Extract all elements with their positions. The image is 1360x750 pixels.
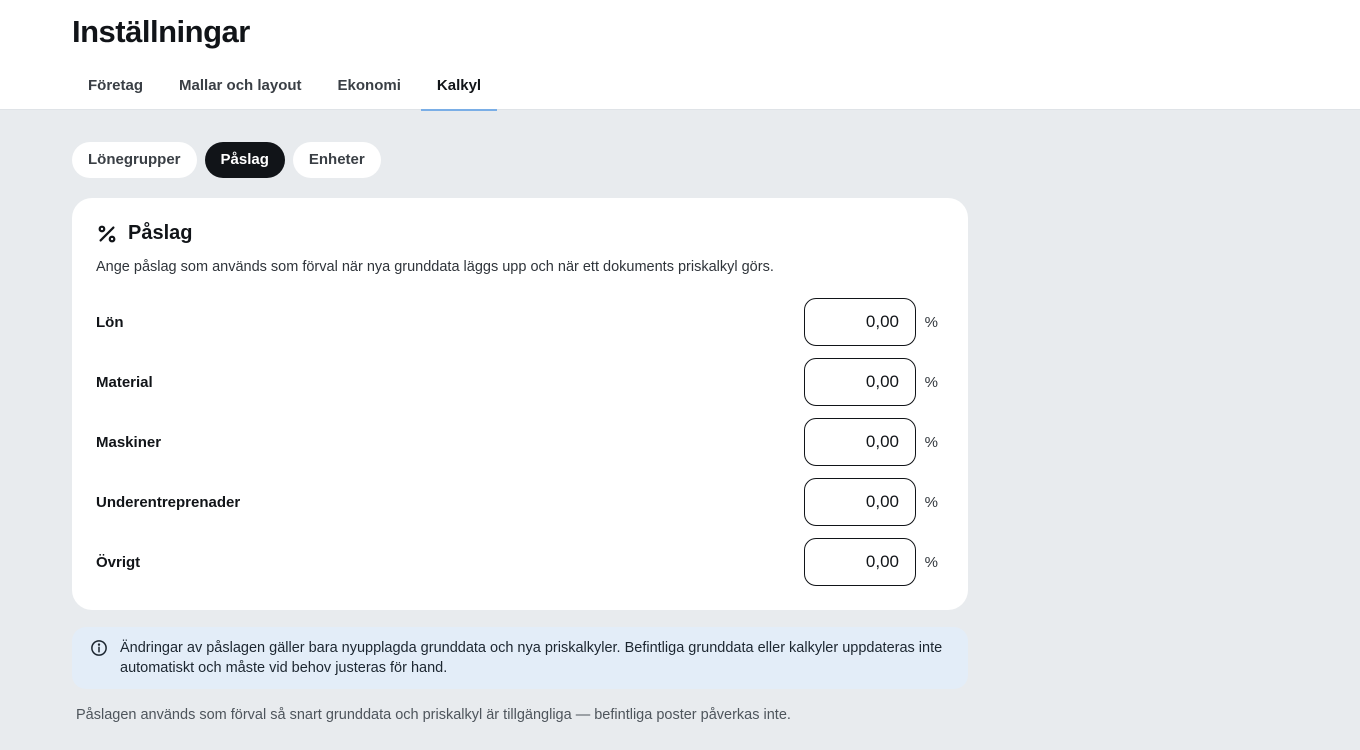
percent-unit: % bbox=[924, 373, 938, 391]
pill-enheter[interactable]: Enheter bbox=[292, 142, 381, 178]
row-label-ovrigt: Övrigt bbox=[96, 553, 141, 571]
info-text: Ändringar av påslagen gäller bara nyuppl… bbox=[120, 640, 943, 676]
tab-mallar-och-layout[interactable]: Mallar och layout bbox=[163, 66, 318, 110]
markup-row-lon: Lön % bbox=[96, 298, 944, 346]
tab-kalkyl[interactable]: Kalkyl bbox=[420, 66, 498, 111]
markup-row-material: Material % bbox=[96, 358, 944, 406]
material-input[interactable] bbox=[804, 358, 916, 406]
percent-unit: % bbox=[924, 553, 938, 571]
page-title: Inställningar bbox=[72, 14, 250, 49]
card-description: Ange påslag som används som förval när n… bbox=[96, 259, 774, 275]
markup-row-maskiner: Maskiner % bbox=[96, 418, 944, 466]
row-label-underentreprenader: Underentreprenader bbox=[96, 493, 241, 511]
row-label-maskiner: Maskiner bbox=[96, 433, 162, 451]
paslag-card: Påslag Ange påslag som används som förva… bbox=[72, 198, 968, 610]
lon-input[interactable] bbox=[804, 298, 916, 346]
settings-tabs: Företag Mallar och layout Ekonomi Kalkyl bbox=[72, 66, 498, 111]
markup-row-underentreprenader: Underentreprenader % bbox=[96, 478, 944, 526]
percent-unit: % bbox=[924, 313, 938, 331]
info-banner: Ändringar av påslagen gäller bara nyuppl… bbox=[72, 627, 968, 689]
underentreprenader-input[interactable] bbox=[804, 478, 916, 526]
pill-lonegrupper[interactable]: Lönegrupper bbox=[72, 142, 197, 178]
info-icon bbox=[91, 640, 107, 656]
percent-unit: % bbox=[924, 493, 938, 511]
ovrigt-input[interactable] bbox=[804, 538, 916, 586]
percent-icon bbox=[98, 225, 116, 242]
row-label-material: Material bbox=[96, 373, 153, 391]
row-label-lon: Lön bbox=[96, 313, 124, 331]
tab-ekonomi[interactable]: Ekonomi bbox=[322, 66, 417, 110]
settings-header: Inställningar Företag Mallar och layout … bbox=[0, 0, 1360, 111]
percent-unit: % bbox=[924, 433, 938, 451]
pill-paslag[interactable]: Påslag bbox=[204, 142, 285, 178]
footnote: Påslagen används som förval så snart gru… bbox=[76, 707, 791, 723]
subtab-pills: Lönegrupper Påslag Enheter bbox=[72, 142, 381, 178]
card-title: Påslag bbox=[128, 222, 193, 244]
maskiner-input[interactable] bbox=[804, 418, 916, 466]
markup-row-ovrigt: Övrigt % bbox=[96, 538, 944, 586]
card-header: Påslag bbox=[96, 222, 192, 245]
tab-foretag[interactable]: Företag bbox=[72, 66, 159, 110]
